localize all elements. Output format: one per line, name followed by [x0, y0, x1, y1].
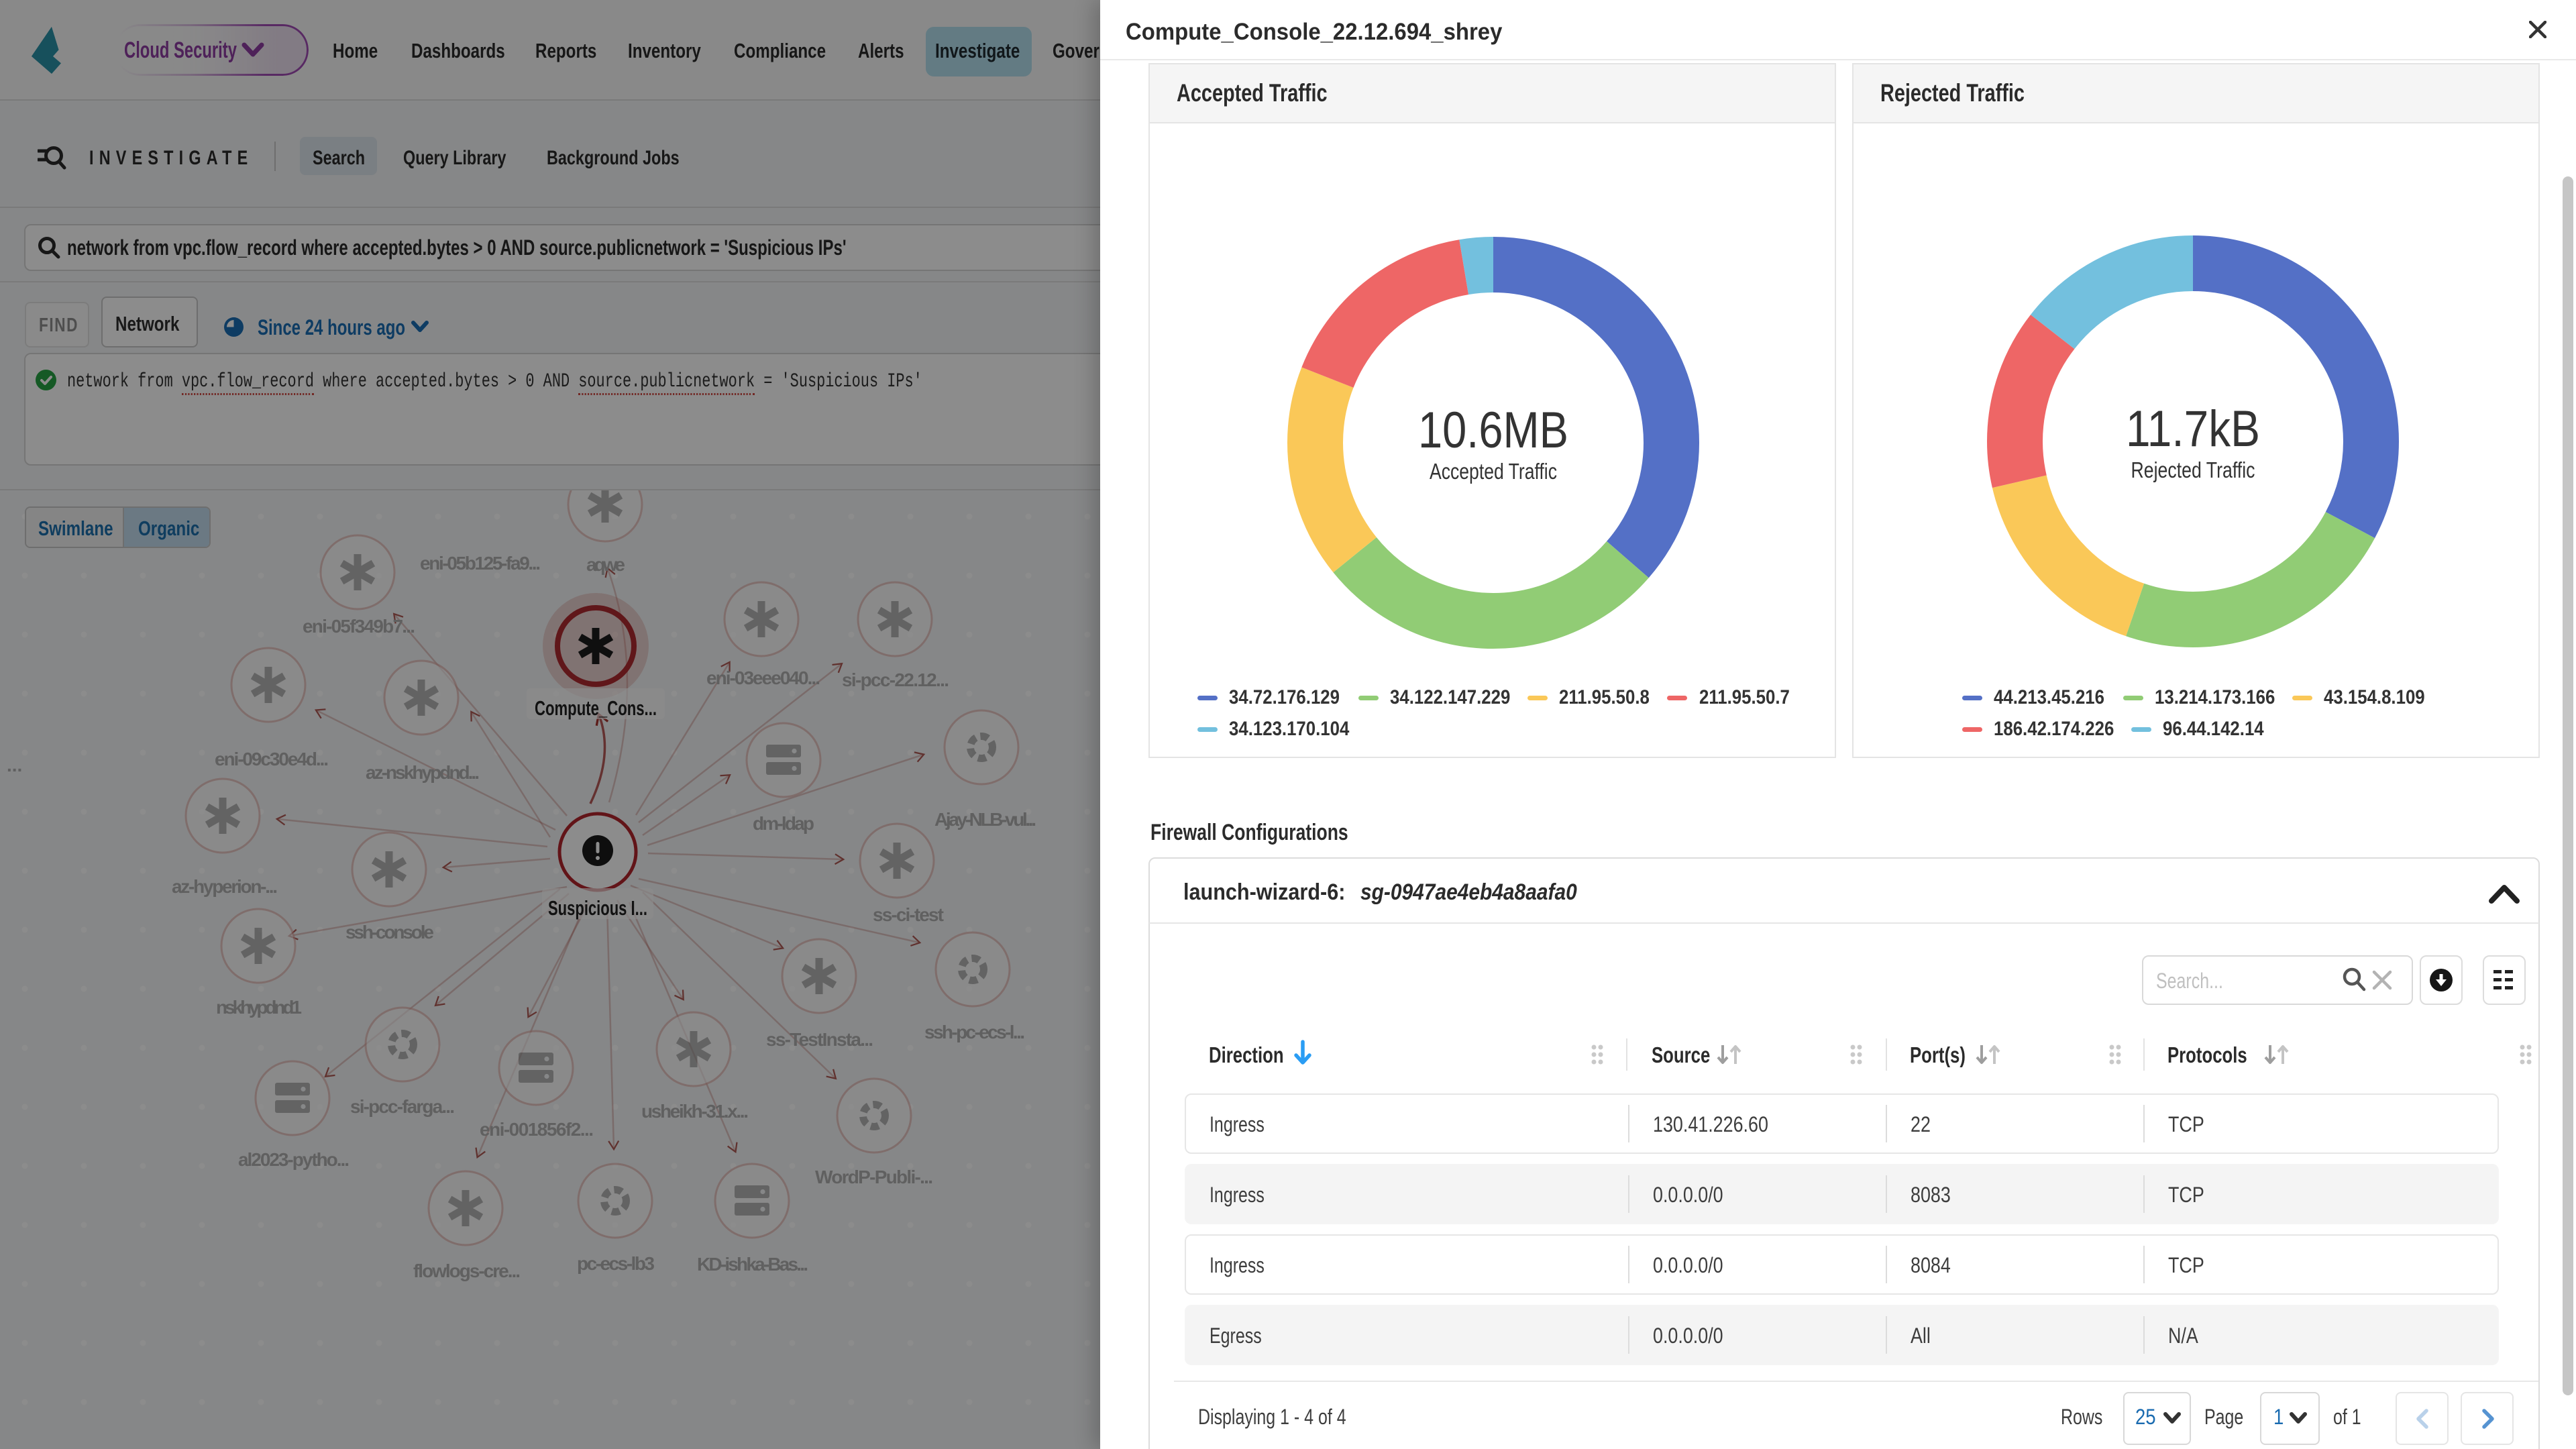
svg-text:Accepted Traffic: Accepted Traffic [1430, 459, 1557, 484]
svg-text:10.6MB: 10.6MB [1418, 402, 1568, 459]
svg-text:11.7kB: 11.7kB [2126, 400, 2260, 458]
svg-text:Rejected Traffic: Rejected Traffic [2131, 458, 2255, 482]
